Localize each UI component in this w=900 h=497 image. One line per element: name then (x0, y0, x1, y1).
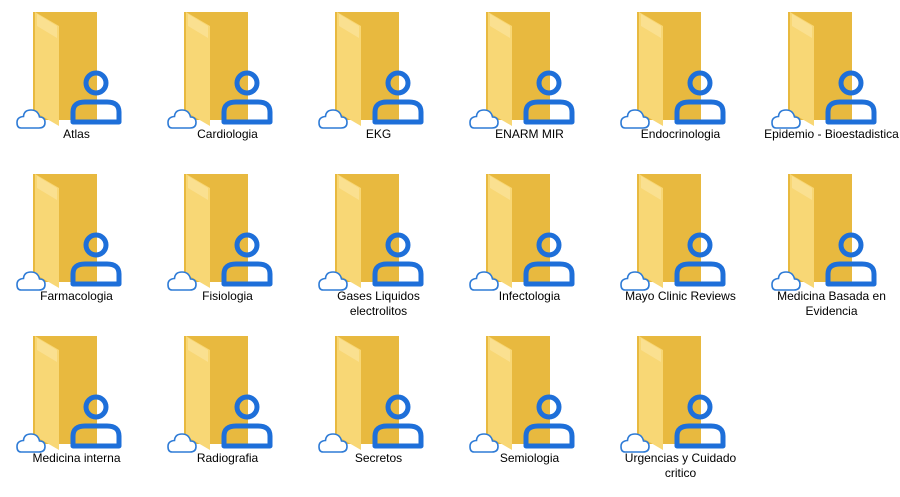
folder-label: Cardiologia (197, 127, 258, 141)
folder-item-semiologia[interactable]: Semiologia (454, 324, 605, 486)
folder-item-fisiologia[interactable]: Fisiologia (152, 162, 303, 324)
folder-icon-group (317, 170, 427, 292)
folder-item-epidemio-bioestadistica[interactable]: Epidemio - Bioestadistica (756, 0, 900, 162)
folder-icon-group (166, 8, 276, 130)
folder-label: Medicina interna (32, 451, 121, 465)
folder-label: Urgencias y Cuidado critico (624, 451, 737, 480)
folder-label: Infectologia (498, 289, 561, 303)
cloud-status-icon (620, 109, 650, 129)
folder-label: ENARM MIR (495, 127, 564, 141)
folder-label: Medicina Basada en Evidencia (777, 289, 886, 318)
folder-label: Mayo Clinic Reviews (625, 289, 736, 303)
folder-grid: Atlas Cardiologia EKG ENARM MIR Endocrin… (1, 0, 900, 497)
folder-label: Epidemio - Bioestadistica (764, 127, 899, 141)
cloud-status-icon (318, 271, 348, 291)
cloud-status-icon (620, 433, 650, 453)
folder-icon-group (619, 170, 729, 292)
folder-item-cardiologia[interactable]: Cardiologia (152, 0, 303, 162)
folder-icon-group (317, 332, 427, 454)
folder-item-radiografia[interactable]: Radiografia (152, 324, 303, 486)
folder-item-gases-liquidos-electrolitos[interactable]: Gases Liquidos electrolitos (303, 162, 454, 324)
folder-item-enarm-mir[interactable]: ENARM MIR (454, 0, 605, 162)
folder-icon-group (770, 8, 880, 130)
cloud-status-icon (167, 433, 197, 453)
folder-item-ekg[interactable]: EKG (303, 0, 454, 162)
folder-item-urgencias-y-cuidado-critico[interactable]: Urgencias y Cuidado critico (605, 324, 756, 486)
cloud-status-icon (167, 109, 197, 129)
folder-icon-group (468, 332, 578, 454)
cloud-status-icon (469, 433, 499, 453)
folder-label: Endocrinologia (640, 127, 721, 141)
cloud-status-icon (16, 271, 46, 291)
folder-icon-group (166, 170, 276, 292)
folder-icon-group (166, 332, 276, 454)
folder-icon-group (468, 8, 578, 130)
folder-icon-group (619, 8, 729, 130)
cloud-status-icon (318, 109, 348, 129)
cloud-status-icon (469, 271, 499, 291)
cloud-status-icon (620, 271, 650, 291)
folder-label: Radiografia (196, 451, 259, 465)
folder-item-medicina-interna[interactable]: Medicina interna (1, 324, 152, 486)
folder-icon-group (468, 170, 578, 292)
folder-label: Fisiologia (202, 289, 253, 303)
cloud-status-icon (167, 271, 197, 291)
folder-item-atlas[interactable]: Atlas (1, 0, 152, 162)
folder-icon-group (15, 8, 125, 130)
folder-label: Farmacologia (40, 289, 113, 303)
folder-item-endocrinologia[interactable]: Endocrinologia (605, 0, 756, 162)
folder-icon-group (15, 170, 125, 292)
folder-label: Semiologia (499, 451, 560, 465)
folder-label: Gases Liquidos electrolitos (337, 289, 420, 318)
folder-item-secretos[interactable]: Secretos (303, 324, 454, 486)
cloud-status-icon (771, 109, 801, 129)
folder-item-infectologia[interactable]: Infectologia (454, 162, 605, 324)
folder-item-mayo-clinic-reviews[interactable]: Mayo Clinic Reviews (605, 162, 756, 324)
folder-icon-group (770, 170, 880, 292)
folder-label: EKG (365, 127, 392, 141)
folder-label: Atlas (63, 127, 90, 141)
folder-icon-group (15, 332, 125, 454)
folder-label: Secretos (354, 451, 403, 465)
folder-icon-group (317, 8, 427, 130)
folder-item-farmacologia[interactable]: Farmacologia (1, 162, 152, 324)
cloud-status-icon (318, 433, 348, 453)
cloud-status-icon (469, 109, 499, 129)
cloud-status-icon (16, 109, 46, 129)
folder-item-medicina-basada-en-evidencia[interactable]: Medicina Basada en Evidencia (756, 162, 900, 324)
cloud-status-icon (771, 271, 801, 291)
cloud-status-icon (16, 433, 46, 453)
folder-icon-group (619, 332, 729, 454)
